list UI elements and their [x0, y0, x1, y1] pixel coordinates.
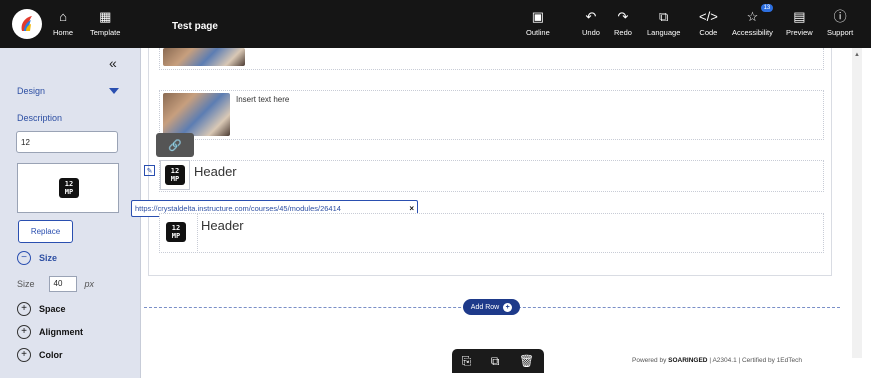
space-section-toggle[interactable]: + Space: [17, 302, 66, 316]
design-dropdown[interactable]: Design: [17, 86, 119, 96]
12mp-icon[interactable]: 12 MP: [166, 222, 186, 242]
app-logo[interactable]: [12, 9, 42, 39]
support-button[interactable]: ⓘ Support: [827, 6, 853, 42]
paste-icon[interactable]: ⧉: [491, 354, 500, 369]
language-button[interactable]: ⧉ Language: [647, 6, 680, 42]
description-label: Description: [17, 113, 63, 123]
home-icon: ⌂: [59, 8, 67, 24]
caret-down-icon: [109, 88, 119, 94]
size-row: Size 40 px: [17, 276, 94, 292]
undo-icon: ↶: [585, 8, 597, 24]
content-row[interactable]: [159, 48, 824, 70]
accessibility-icon: ☆ 13: [747, 4, 774, 26]
content-row[interactable]: [159, 160, 824, 192]
delete-icon[interactable]: 🗑: [519, 354, 534, 368]
close-icon[interactable]: ×: [409, 204, 414, 213]
code-button[interactable]: </> Code: [699, 6, 718, 42]
page-title: Test page: [172, 21, 218, 32]
plus-circle-icon: +: [17, 302, 31, 316]
size-input[interactable]: 40: [48, 276, 77, 292]
properties-sidebar: « Design Description 12 12 MP Replace − S…: [0, 48, 141, 378]
support-icon: ⓘ: [833, 8, 847, 24]
color-section-toggle[interactable]: + Color: [17, 348, 63, 362]
copy-icon[interactable]: ⎘: [462, 354, 472, 369]
canvas-scrollbar[interactable]: [852, 48, 862, 358]
size-unit: px: [84, 279, 95, 289]
header-text[interactable]: Header: [194, 164, 237, 179]
redo-button[interactable]: ↷ Redo: [614, 6, 632, 42]
scroll-up-icon[interactable]: ▲: [854, 52, 860, 58]
edit-icon[interactable]: ✎: [144, 165, 155, 176]
header-text[interactable]: Header: [201, 218, 244, 233]
insert-text-placeholder[interactable]: Insert text here: [236, 95, 289, 104]
top-toolbar: ⌂ Home ▦ Template Test page ▣ Outline ↶ …: [0, 0, 871, 48]
plus-icon: +: [503, 302, 513, 312]
row-image[interactable]: [163, 48, 245, 66]
12mp-icon: 12 MP: [59, 178, 79, 198]
undo-button[interactable]: ↶ Undo: [582, 6, 600, 42]
bottom-toolbar: ⎘ ⧉ 🗑: [452, 349, 544, 373]
size-field-label: Size: [17, 279, 35, 289]
image-preview: 12 MP: [17, 163, 119, 213]
design-label: Design: [17, 86, 46, 96]
replace-button[interactable]: Replace: [18, 220, 73, 243]
outline-button[interactable]: ▣ Outline: [526, 6, 550, 42]
redo-icon: ↷: [617, 8, 629, 24]
link-url[interactable]: https://crystaldelta.instructure.com/cou…: [135, 204, 341, 213]
row-image[interactable]: [163, 93, 230, 136]
outline-icon: ▣: [531, 8, 545, 24]
alignment-section-toggle[interactable]: + Alignment: [17, 325, 83, 339]
preview-icon: ▤: [793, 8, 806, 24]
home-button[interactable]: ⌂ Home: [53, 6, 73, 42]
language-icon: ⧉: [659, 8, 669, 24]
link-button[interactable]: 🔗: [156, 133, 194, 157]
plus-circle-icon: +: [17, 348, 31, 362]
text-cell[interactable]: [197, 213, 824, 253]
add-row-button[interactable]: Add Row +: [463, 299, 520, 315]
code-icon: </>: [699, 8, 718, 24]
description-input[interactable]: 12: [16, 131, 118, 153]
link-icon: 🔗: [168, 139, 182, 152]
soaringed-logo: SOARINGED: [668, 357, 708, 364]
preview-button[interactable]: ▤ Preview: [786, 6, 813, 42]
accessibility-button[interactable]: ☆ 13 Accessibility: [732, 4, 774, 42]
size-section-toggle[interactable]: − Size: [17, 251, 57, 265]
accessibility-badge: 13: [760, 4, 774, 12]
footer-credits: Powered by SOARINGED | A2304.1 | Certifi…: [632, 357, 802, 364]
12mp-icon[interactable]: 12 MP: [165, 165, 185, 185]
1edtech-logo: 1EdTech: [776, 357, 802, 364]
template-icon: ▦: [99, 8, 112, 24]
collapse-sidebar-icon[interactable]: «: [109, 55, 117, 71]
plus-circle-icon: +: [17, 325, 31, 339]
minus-circle-icon: −: [17, 251, 31, 265]
template-button[interactable]: ▦ Template: [90, 6, 120, 42]
